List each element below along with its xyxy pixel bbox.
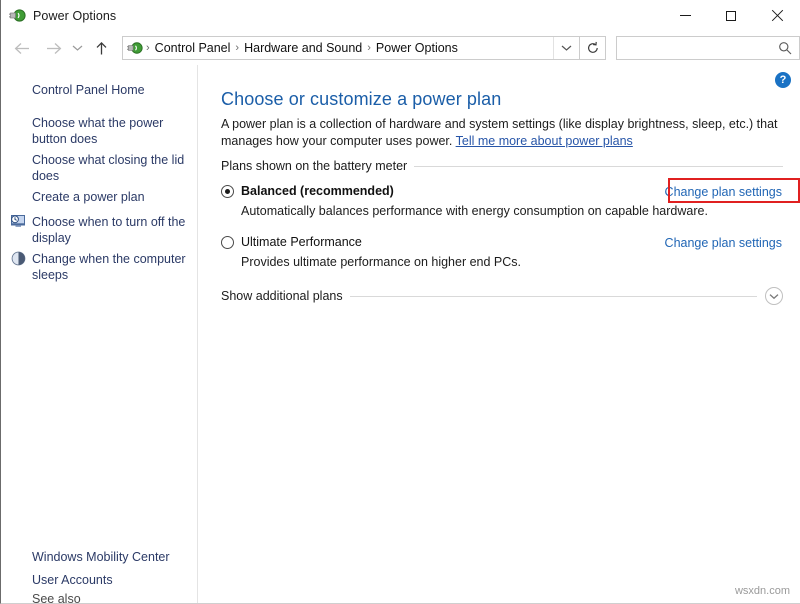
plan-ultimate-name: Ultimate Performance [241, 235, 362, 250]
content-pane: ? Choose or customize a power plan A pow… [199, 65, 800, 603]
plan-balanced-name: Balanced (recommended) [241, 184, 394, 199]
forward-button[interactable] [40, 35, 66, 61]
sidebar-item-turn-off-display[interactable]: Choose when to turn off the display [32, 214, 187, 246]
arrow-right-icon [45, 42, 62, 55]
breadcrumb-item-control-panel[interactable]: Control Panel [151, 37, 235, 59]
maximize-icon [726, 11, 736, 21]
section-divider [414, 166, 783, 167]
recent-locations-button[interactable] [68, 35, 86, 61]
refresh-button[interactable] [580, 36, 606, 60]
power-options-window: Power Options [0, 0, 800, 604]
help-icon[interactable]: ? [775, 72, 791, 88]
watermark: wsxdn.com [735, 585, 790, 597]
moon-icon [10, 250, 27, 267]
chevron-down-icon [72, 44, 83, 52]
refresh-icon [586, 41, 600, 55]
plan-ultimate-performance: Ultimate Performance Provides ultimate p… [221, 235, 783, 270]
back-button[interactable] [9, 35, 35, 61]
sidebar-item-closing-lid[interactable]: Choose what closing the lid does [32, 152, 187, 184]
plans-section-heading: Plans shown on the battery meter [221, 158, 783, 174]
display-clock-icon [10, 213, 27, 230]
search-box[interactable] [616, 36, 800, 60]
see-also-heading: See also [32, 592, 81, 604]
title-bar: Power Options [1, 0, 800, 31]
see-also-link-user-accounts[interactable]: User Accounts [32, 572, 192, 588]
sidebar-item-control-panel-home[interactable]: Control Panel Home [32, 82, 182, 98]
window-controls [662, 0, 800, 31]
sidebar-item-computer-sleeps[interactable]: Change when the computer sleeps [32, 251, 187, 283]
plan-balanced: Balanced (recommended) Automatically bal… [221, 184, 783, 219]
sidebar: Control Panel Home Choose what the power… [1, 65, 198, 603]
plans-section-label: Plans shown on the battery meter [221, 159, 414, 173]
chevron-down-icon [561, 44, 572, 52]
show-additional-plans[interactable]: Show additional plans [221, 287, 783, 305]
power-plug-icon [9, 7, 26, 24]
close-button[interactable] [754, 0, 800, 31]
chevron-down-icon[interactable] [765, 287, 783, 305]
plan-ultimate-radio[interactable] [221, 236, 234, 249]
arrow-up-icon [94, 41, 109, 56]
plan-balanced-description: Automatically balances performance with … [241, 204, 783, 219]
minimize-button[interactable] [662, 0, 708, 31]
see-also-link-windows-mobility-center[interactable]: Windows Mobility Center [32, 549, 192, 565]
up-button[interactable] [88, 35, 114, 61]
breadcrumb: › Control Panel › Hardware and Sound › P… [145, 37, 553, 59]
address-dropdown-button[interactable] [553, 37, 579, 59]
page-description: A power plan is a collection of hardware… [221, 116, 788, 150]
plan-ultimate-change-settings-link[interactable]: Change plan settings [665, 236, 782, 250]
search-input[interactable] [617, 37, 782, 59]
sidebar-item-power-button[interactable]: Choose what the power button does [32, 115, 187, 147]
expander-divider [350, 296, 757, 297]
show-additional-plans-label: Show additional plans [221, 289, 350, 303]
tell-me-more-link[interactable]: Tell me more about power plans [456, 134, 633, 148]
address-power-plug-icon [127, 40, 143, 56]
plan-balanced-radio[interactable] [221, 185, 234, 198]
close-icon [771, 10, 783, 22]
arrow-left-icon [14, 42, 31, 55]
address-bar[interactable]: › Control Panel › Hardware and Sound › P… [122, 36, 580, 60]
plan-balanced-change-settings-link[interactable]: Change plan settings [665, 185, 782, 199]
minimize-icon [680, 15, 691, 16]
sidebar-item-create-power-plan[interactable]: Create a power plan [32, 189, 187, 205]
page-title: Choose or customize a power plan [221, 89, 501, 110]
maximize-button[interactable] [708, 0, 754, 31]
navigation-bar: › Control Panel › Hardware and Sound › P… [1, 31, 800, 65]
breadcrumb-item-power-options[interactable]: Power Options [372, 37, 462, 59]
window-title: Power Options [33, 9, 116, 23]
breadcrumb-item-hardware-and-sound[interactable]: Hardware and Sound [240, 37, 366, 59]
plan-ultimate-description: Provides ultimate performance on higher … [241, 255, 783, 270]
